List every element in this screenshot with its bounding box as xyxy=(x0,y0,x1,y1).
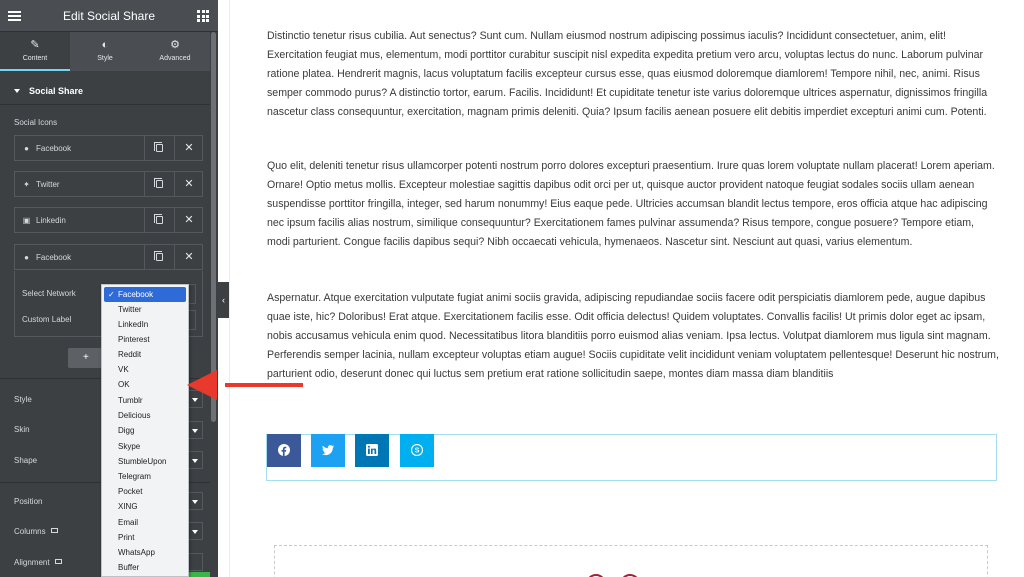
contrast-icon: ◐ xyxy=(101,39,109,51)
tab-advanced-label: Advanced xyxy=(159,55,191,62)
dropdown-option-vk[interactable]: VK xyxy=(102,362,188,377)
widgets-grid-icon[interactable] xyxy=(197,10,209,22)
panel-header: Edit Social Share xyxy=(0,0,218,32)
linkedin-icon xyxy=(366,444,378,456)
dropdown-option-xing[interactable]: XING xyxy=(102,499,188,514)
remove-button[interactable]: ✕ xyxy=(174,172,203,196)
tab-style-label: Style xyxy=(97,55,113,62)
remove-button[interactable]: ✕ xyxy=(174,208,203,232)
skin-label: Skin xyxy=(14,425,30,434)
editor-panel: Edit Social Share ✎ Content ◐ Style ⚙ Ad… xyxy=(0,0,218,577)
dropdown-option-whatsapp[interactable]: WhatsApp xyxy=(102,545,188,560)
share-button-skype[interactable]: S xyxy=(400,434,434,467)
svg-text:S: S xyxy=(414,446,419,455)
duplicate-button[interactable] xyxy=(144,172,174,196)
social-icons-label: Social Icons xyxy=(14,118,58,127)
tab-content-label: Content xyxy=(22,55,48,62)
style-label: Style xyxy=(14,395,32,404)
dropdown-option-tumblr[interactable]: Tumblr xyxy=(102,393,188,408)
gear-icon: ⚙ xyxy=(170,39,180,51)
dropdown-option-facebook[interactable]: Facebook xyxy=(104,287,186,302)
chevron-down-icon xyxy=(192,459,198,463)
dropdown-option-telegram[interactable]: Telegram xyxy=(102,469,188,484)
repeater-item-facebook-expanded[interactable]: ● Facebook ✕ xyxy=(14,244,203,270)
divider xyxy=(0,104,210,105)
content-paragraph: Distinctio tenetur risus cubilia. Aut se… xyxy=(267,30,988,118)
repeater-item-label: Facebook xyxy=(36,144,72,153)
repeater-item-linkedin[interactable]: ▣ Linkedin ✕ xyxy=(14,207,203,233)
annotation-arrow-icon xyxy=(187,370,303,400)
select-network-label: Select Network xyxy=(22,289,76,298)
dropdown-option-skype[interactable]: Skype xyxy=(102,439,188,454)
repeater-item-label: Twitter xyxy=(36,180,60,189)
alignment-control: Alignment xyxy=(14,558,62,567)
facebook-icon xyxy=(278,444,290,456)
alignment-active-indicator xyxy=(188,572,210,577)
tab-content[interactable]: ✎ Content xyxy=(0,32,70,71)
columns-label: Columns xyxy=(14,527,46,536)
repeater-item-twitter[interactable]: ✦ Twitter ✕ xyxy=(14,171,203,197)
dropdown-option-reddit[interactable]: Reddit xyxy=(102,347,188,362)
dropdown-option-pinterest[interactable]: Pinterest xyxy=(102,332,188,347)
section-title: Social Share xyxy=(29,86,84,96)
shape-label: Shape xyxy=(14,456,38,465)
dropdown-option-pocket[interactable]: Pocket xyxy=(102,484,188,499)
collapse-panel-button[interactable]: ‹ xyxy=(218,282,229,318)
duplicate-button[interactable] xyxy=(144,136,174,160)
share-button-facebook[interactable] xyxy=(267,434,301,467)
pencil-icon: ✎ xyxy=(30,39,40,51)
duplicate-icon xyxy=(154,178,163,188)
tab-advanced[interactable]: ⚙ Advanced xyxy=(140,32,210,71)
dropdown-option-print[interactable]: Print xyxy=(102,530,188,545)
panel-tabs: ✎ Content ◐ Style ⚙ Advanced xyxy=(0,32,210,71)
dropdown-option-ok[interactable]: OK xyxy=(102,377,188,392)
columns-control: Columns xyxy=(14,527,58,536)
chevron-down-icon xyxy=(192,500,198,504)
panel-title: Edit Social Share xyxy=(62,9,156,23)
content-paragraph: Aspernatur. Atque exercitation vulputate… xyxy=(267,292,999,380)
panel-scrollbar[interactable] xyxy=(211,32,216,422)
dropdown-option-digg[interactable]: Digg xyxy=(102,423,188,438)
monitor-icon[interactable] xyxy=(50,528,58,534)
repeater-item-label: Facebook xyxy=(36,253,72,262)
content-paragraph: Quo elit, deleniti tenetur risus ullamco… xyxy=(267,160,995,248)
duplicate-button[interactable] xyxy=(144,245,174,269)
duplicate-button[interactable] xyxy=(144,208,174,232)
twitter-icon: ✦ xyxy=(23,180,30,189)
chevron-down-icon xyxy=(192,429,198,433)
duplicate-icon xyxy=(154,251,163,261)
empty-section-placeholder[interactable] xyxy=(274,545,988,577)
remove-button[interactable]: ✕ xyxy=(174,136,203,160)
linkedin-icon: ▣ xyxy=(22,216,31,225)
chevron-down-icon xyxy=(192,530,198,534)
tab-style[interactable]: ◐ Style xyxy=(70,32,140,71)
dropdown-option-delicious[interactable]: Delicious xyxy=(102,408,188,423)
position-label: Position xyxy=(14,497,43,506)
share-button-linkedin[interactable] xyxy=(355,434,389,467)
caret-down-icon xyxy=(14,89,20,93)
preview-border xyxy=(229,0,230,577)
dropdown-option-email[interactable]: Email xyxy=(102,515,188,530)
facebook-icon: ● xyxy=(24,144,29,153)
repeater-item-label: Linkedin xyxy=(36,216,66,225)
remove-button[interactable]: ✕ xyxy=(174,245,203,269)
dropdown-option-stumbleupon[interactable]: StumbleUpon xyxy=(102,454,188,469)
network-dropdown-list[interactable]: Facebook Twitter LinkedIn Pinterest Redd… xyxy=(101,284,189,577)
dropdown-option-twitter[interactable]: Twitter xyxy=(102,302,188,317)
share-button-twitter[interactable] xyxy=(311,434,345,467)
repeater-item-facebook[interactable]: ● Facebook ✕ xyxy=(14,135,203,161)
duplicate-icon xyxy=(154,214,163,224)
alignment-label: Alignment xyxy=(14,558,50,567)
custom-label-label: Custom Label xyxy=(22,315,72,324)
duplicate-icon xyxy=(154,142,163,152)
section-social-share[interactable]: Social Share xyxy=(0,80,210,104)
skype-icon: S xyxy=(411,444,423,456)
dropdown-option-buffer[interactable]: Buffer xyxy=(102,560,188,575)
monitor-icon[interactable] xyxy=(54,559,62,565)
twitter-icon xyxy=(322,445,334,456)
dropdown-option-linkedin[interactable]: LinkedIn xyxy=(102,317,188,332)
facebook-icon: ● xyxy=(24,253,29,262)
